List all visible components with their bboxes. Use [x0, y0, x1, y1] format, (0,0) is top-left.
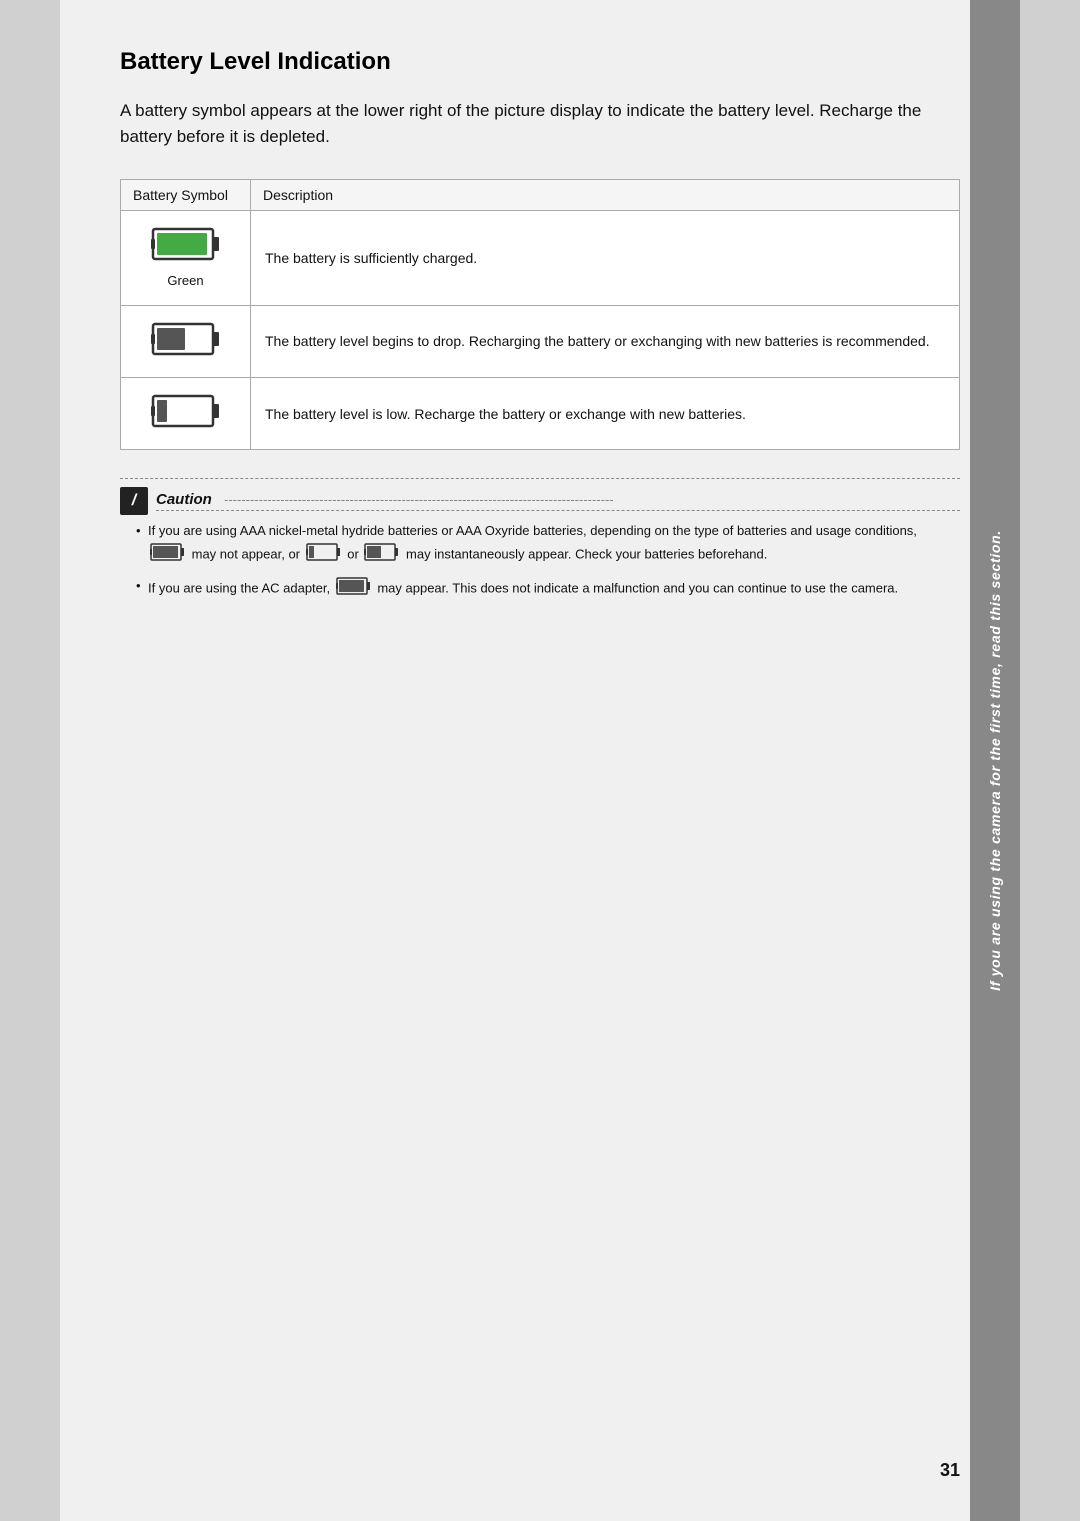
table-desc-half: The battery level begins to drop. Rechar…	[251, 305, 960, 377]
battery-table: Battery Symbol Description	[120, 179, 960, 451]
caution-header: / Caution ------------------------------…	[120, 487, 960, 515]
table-desc-full: The battery is sufficiently charged.	[251, 210, 960, 305]
battery-symbol-cell-half	[121, 305, 251, 377]
caution-icon: /	[120, 487, 148, 515]
battery-symbol-cell-low	[121, 378, 251, 450]
caution-list: If you are using AAA nickel-metal hydrid…	[120, 521, 960, 601]
intro-paragraph: A battery symbol appears at the lower ri…	[120, 98, 960, 151]
table-row: The battery level is low. Recharge the b…	[121, 378, 960, 450]
battery-icon-full	[151, 225, 221, 268]
battery-symbol-cell-full: Green	[121, 210, 251, 305]
inline-battery-4	[336, 576, 372, 602]
sidebar-text: If you are using the camera for the firs…	[987, 530, 1003, 991]
caution-item-1: If you are using AAA nickel-metal hydrid…	[136, 521, 960, 567]
table-row: Green The battery is sufficiently charge…	[121, 210, 960, 305]
table-header-description: Description	[251, 179, 960, 210]
right-sidebar: If you are using the camera for the firs…	[970, 0, 1020, 1521]
table-desc-low: The battery level is low. Recharge the b…	[251, 378, 960, 450]
caution-title: Caution --------------------------------…	[156, 491, 960, 511]
inline-battery-2	[306, 542, 342, 568]
table-row: The battery level begins to drop. Rechar…	[121, 305, 960, 377]
page-number: 31	[940, 1460, 960, 1481]
inline-battery-1	[150, 542, 186, 568]
caution-section: / Caution ------------------------------…	[120, 478, 960, 601]
page-container: Battery Level Indication A battery symbo…	[60, 0, 1020, 1521]
green-label: Green	[131, 272, 240, 291]
caution-item-2: If you are using the AC adapter, may app…	[136, 576, 960, 602]
page-title: Battery Level Indication	[120, 48, 960, 76]
battery-icon-half	[151, 320, 221, 363]
battery-icon-low	[151, 392, 221, 435]
table-header-symbol: Battery Symbol	[121, 179, 251, 210]
inline-battery-3	[364, 542, 400, 568]
